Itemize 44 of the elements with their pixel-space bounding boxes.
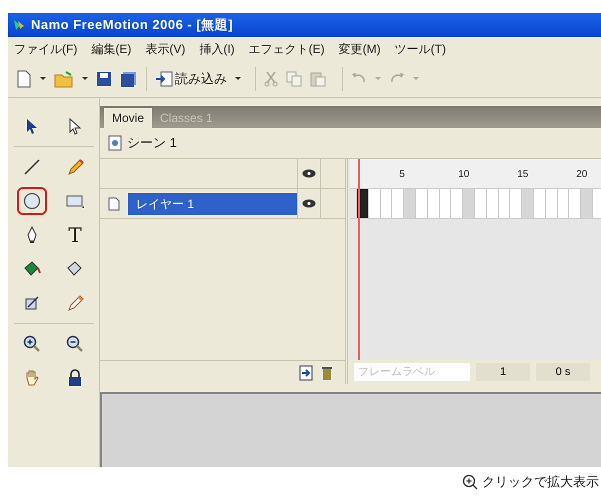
frame-number: 10 [458, 168, 470, 182]
folder-icon[interactable] [54, 70, 74, 88]
caption: クリックで拡大表示 [482, 473, 599, 492]
eye-icon [302, 199, 316, 208]
app-icon [12, 18, 26, 32]
save-all-icon[interactable] [120, 70, 138, 86]
menu-item[interactable]: 変更(M) [338, 40, 381, 58]
menu-item[interactable]: エフェクト(E) [248, 40, 325, 58]
frame-number: 20 [576, 168, 588, 182]
window-title: Namo FreeMotion 2006 - [無題] [31, 16, 234, 34]
save-icon[interactable] [96, 70, 112, 86]
caret-icon[interactable] [82, 77, 88, 80]
eye-icon [302, 169, 316, 178]
tab[interactable]: Movie [104, 108, 152, 128]
new-file-icon[interactable] [16, 70, 32, 88]
tool-button[interactable]: T [60, 221, 90, 249]
menu-item[interactable]: 表示(V) [145, 40, 186, 58]
menu-item[interactable]: ツール(T) [394, 40, 446, 58]
frame-number-field: 1 [476, 363, 530, 381]
menu-item[interactable]: 挿入(I) [199, 40, 235, 58]
caret-icon[interactable] [40, 77, 46, 80]
layer-icon [108, 196, 120, 210]
import-icon [155, 70, 173, 86]
frame-label-field[interactable]: フレームラベル [354, 363, 470, 381]
add-layer-icon[interactable] [299, 364, 313, 380]
caret-icon[interactable] [235, 77, 241, 80]
zoom-out-icon [65, 334, 85, 354]
scene-icon [108, 135, 122, 151]
scene-label[interactable]: シーン 1 [127, 133, 177, 153]
layer-name[interactable]: レイヤー 1 [128, 192, 297, 214]
trash-icon[interactable] [321, 364, 333, 380]
zoom-in-icon [22, 334, 42, 354]
ellipse-icon [22, 191, 42, 211]
import-button[interactable]: 読み込み [155, 68, 227, 88]
pencil-icon [65, 157, 85, 177]
tool-button[interactable] [17, 187, 47, 215]
frame-number: 5 [399, 168, 405, 182]
menu-item[interactable]: 編集(E) [91, 40, 132, 58]
frame-number: 15 [517, 168, 528, 182]
line-icon [22, 157, 42, 177]
menu-item[interactable]: ファイル(F) [14, 40, 78, 58]
eyedropper-icon [65, 293, 85, 313]
zoom-in-icon [462, 474, 478, 490]
time-field: 0 s [536, 363, 590, 381]
